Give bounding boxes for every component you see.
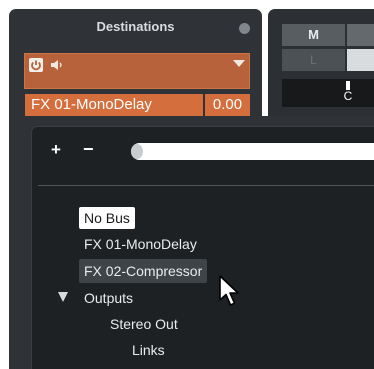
expand-triangle-icon[interactable] [58,292,68,302]
mixer-strip: M L C [268,9,374,117]
mouse-cursor-icon [218,274,244,310]
destinations-panel: Destinations FX 01-MonoDelay 0.00 [9,9,262,117]
power-icon[interactable] [29,58,43,72]
menu-item-links[interactable]: Links [132,339,165,361]
listen-button[interactable]: L [282,49,345,71]
divider [38,185,374,186]
screen: Destinations FX 01-MonoDelay 0.00 M L C … [0,0,374,369]
send-destination-row[interactable]: FX 01-MonoDelay 0.00 [25,94,250,116]
menu-item-fx02-compressor[interactable]: FX 02-Compressor [79,259,208,283]
speaker-icon[interactable] [49,58,65,72]
menu-item-fx01-monodelay[interactable]: FX 01-MonoDelay [84,233,197,255]
popup-menu: + − No Bus FX 01-MonoDelay FX 02-Compres… [31,126,374,369]
send-routing-selector[interactable] [24,53,250,89]
pan-control[interactable]: C [282,79,374,107]
bus-selector-popup: + − No Bus FX 01-MonoDelay FX 02-Compres… [9,116,374,369]
search-field-cap-icon [131,144,143,159]
mute-button[interactable]: M [282,24,345,46]
solo-button[interactable] [347,24,374,46]
menu-group-outputs[interactable]: Outputs [84,287,133,309]
add-button[interactable]: + [51,140,61,160]
send-level-value[interactable]: 0.00 [205,94,250,116]
dropdown-arrow-icon[interactable] [233,60,245,67]
menu-item-no-bus[interactable]: No Bus [79,207,135,229]
status-indicator-icon [239,23,250,34]
search-input[interactable] [131,143,374,160]
read-button[interactable] [347,49,374,71]
remove-button[interactable]: − [83,139,94,160]
send-destination-name[interactable]: FX 01-MonoDelay [25,94,203,116]
menu-item-stereo-out[interactable]: Stereo Out [110,313,178,335]
destinations-title: Destinations [96,19,175,34]
pan-value: C [343,89,353,103]
